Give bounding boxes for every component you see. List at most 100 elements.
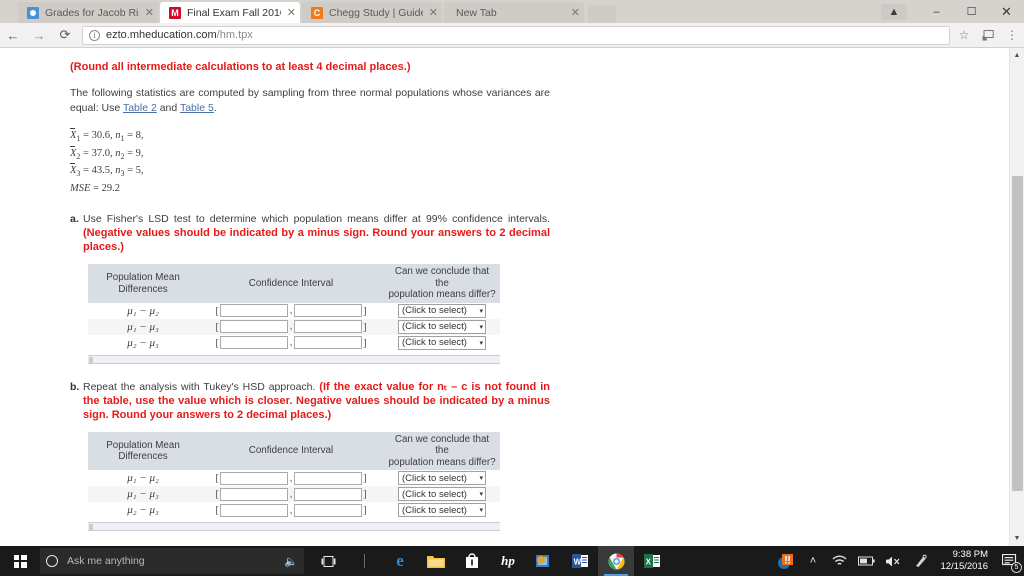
cast-icon[interactable] — [976, 23, 1000, 48]
upper-bound-input[interactable] — [294, 336, 362, 350]
chrome-menu-icon[interactable]: ⋮ — [1000, 23, 1024, 48]
bookmark-star-icon[interactable]: ☆ — [952, 23, 976, 48]
mcgraw-m-icon: M — [169, 6, 181, 19]
close-icon[interactable]: ✕ — [429, 6, 438, 19]
minimize-button[interactable]: – — [919, 0, 954, 23]
header-line-1: Can we conclude that the — [394, 266, 490, 289]
scrollbar-thumb[interactable] — [89, 356, 93, 364]
table-row: μ₁ − μ₃ [ , ] (Click to select) ▾ — [88, 486, 500, 503]
start-button[interactable] — [0, 546, 40, 576]
show-hidden-icons-chevron-icon[interactable]: ˄ — [799, 546, 826, 576]
dropdown-label: (Click to select) — [402, 321, 467, 333]
taskbar-app-edge[interactable]: e — [382, 546, 418, 576]
battery-icon[interactable] — [853, 546, 880, 576]
upper-bound-input[interactable] — [294, 320, 362, 334]
scrollbar-thumb[interactable] — [1012, 176, 1023, 491]
mse-label: MSE — [70, 182, 91, 194]
notification-center-button[interactable]: 5 — [996, 546, 1024, 576]
volume-muted-icon[interactable] — [880, 546, 907, 576]
browser-tab-1[interactable]: Grades for Jacob Rizik: A ✕ — [18, 2, 158, 23]
edge-icon: e — [396, 551, 404, 570]
part-a-text-black: Use Fisher's LSD test to determine which… — [83, 213, 550, 226]
upper-bound-input[interactable] — [294, 487, 362, 501]
upper-bound-input[interactable] — [294, 471, 362, 485]
scroll-up-arrow-icon[interactable]: ▲ — [1010, 48, 1024, 63]
header-line-1: Population Mean — [106, 272, 180, 284]
lower-bound-input[interactable] — [220, 336, 288, 350]
browser-tab-2[interactable]: M Final Exam Fall 2016 ✕ — [160, 2, 300, 23]
conclusion-dropdown[interactable]: (Click to select) ▾ — [398, 319, 486, 334]
cast-icon-svg — [982, 29, 994, 40]
chevron-down-icon: ▾ — [479, 475, 483, 483]
close-icon[interactable]: ✕ — [145, 6, 154, 19]
back-icon[interactable]: ← — [0, 23, 26, 48]
maximize-button[interactable]: ☐ — [954, 0, 989, 23]
taskbar-app-file-explorer[interactable] — [418, 546, 454, 576]
conclusion-dropdown[interactable]: (Click to select) ▾ — [398, 303, 486, 318]
part-b-prompt: b. Repeat the analysis with Tukey's HSD … — [70, 380, 550, 422]
wifi-icon[interactable] — [826, 546, 853, 576]
taskbar-app-hp-support[interactable] — [526, 546, 562, 576]
taskbar-app-excel[interactable]: X — [634, 546, 670, 576]
site-info-icon[interactable]: i — [89, 29, 100, 41]
lower-bound-input[interactable] — [220, 304, 288, 318]
file-explorer-icon — [427, 556, 445, 568]
address-bar[interactable]: i ezto.mheducation.com/hm.tpx — [82, 25, 950, 45]
row-label: μ₁ − μ₂ — [127, 472, 159, 485]
reload-icon[interactable]: ⟳ — [52, 23, 78, 48]
person-icon[interactable]: ▲ — [881, 3, 907, 20]
lower-bound-input[interactable] — [220, 487, 288, 501]
lower-bound-input[interactable] — [220, 320, 288, 334]
scrollbar-thumb[interactable] — [89, 524, 93, 532]
conclusion-dropdown[interactable]: (Click to select) ▾ — [398, 487, 486, 502]
browser-tab-4[interactable]: New Tab ✕ — [444, 2, 584, 23]
new-tab-button[interactable] — [588, 5, 616, 23]
taskbar-app-store[interactable] — [454, 546, 490, 576]
microphone-icon[interactable]: 🔈 — [284, 555, 298, 568]
conclusion-dropdown[interactable]: (Click to select) ▾ — [398, 503, 486, 518]
pen-icon[interactable] — [907, 546, 934, 576]
alert-icon-svg — [778, 553, 794, 569]
taskbar-app-hp[interactable]: hp — [490, 546, 526, 576]
close-icon[interactable]: ✕ — [287, 6, 296, 19]
confidence-interval-cell: [ , ] — [198, 470, 384, 486]
upper-bound-input[interactable] — [294, 304, 362, 318]
conclusion-cell: (Click to select) ▾ — [384, 502, 500, 518]
table-2-link[interactable]: Table 2 — [123, 102, 157, 114]
taskbar-clock[interactable]: 9:38 PM 12/15/2016 — [934, 546, 996, 576]
given-statistics: X1 = 30.6, n1 = 8, X2 = 37.0, n2 = 9, X3… — [70, 128, 550, 196]
conclusion-dropdown[interactable]: (Click to select) ▾ — [398, 335, 486, 350]
taskbar-app-chrome[interactable] — [598, 546, 634, 576]
dropdown-label: (Click to select) — [402, 472, 467, 484]
conclusion-dropdown[interactable]: (Click to select) ▾ — [398, 471, 486, 486]
table-row: μ₂ − μ₃ [ , ] (Click to select) ▾ — [88, 502, 500, 518]
chrome-icon — [608, 553, 624, 569]
close-window-button[interactable]: ✕ — [989, 0, 1024, 23]
close-icon[interactable]: ✕ — [571, 6, 580, 19]
task-view-svg — [321, 555, 335, 567]
answer-table-b: Population Mean Differences Confidence I… — [88, 431, 500, 519]
scroll-down-arrow-icon[interactable]: ▼ — [1010, 531, 1024, 546]
table-5-link[interactable]: Table 5 — [180, 102, 214, 114]
forward-icon[interactable]: → — [26, 23, 52, 48]
excel-icon: X — [644, 554, 660, 568]
task-view-icon[interactable] — [310, 546, 346, 576]
upper-bound-input[interactable] — [294, 503, 362, 517]
table-horizontal-scrollbar[interactable] — [88, 354, 500, 364]
gear-blue-icon — [27, 6, 39, 19]
alert-icon[interactable] — [772, 546, 799, 576]
chevron-down-icon: ▾ — [479, 339, 483, 347]
browser-tab-3[interactable]: C Chegg Study | Guided So ✕ — [302, 2, 442, 23]
cortana-search-box[interactable]: Ask me anything 🔈 — [40, 548, 304, 574]
lower-bound-input[interactable] — [220, 503, 288, 517]
taskbar-app-word[interactable]: W — [562, 546, 598, 576]
table-horizontal-scrollbar[interactable] — [88, 522, 500, 532]
header-line-1: Can we conclude that the — [394, 433, 490, 457]
bracket-close: ] — [363, 504, 367, 517]
lower-bound-input[interactable] — [220, 471, 288, 485]
mean-value: 43.5 — [91, 165, 110, 177]
chevron-down-icon: ▾ — [479, 491, 483, 499]
page-scrollbar[interactable]: ▲ ▼ — [1009, 48, 1024, 546]
mean-value: 37.0 — [91, 147, 110, 159]
conclusion-cell: (Click to select) ▾ — [384, 303, 500, 319]
